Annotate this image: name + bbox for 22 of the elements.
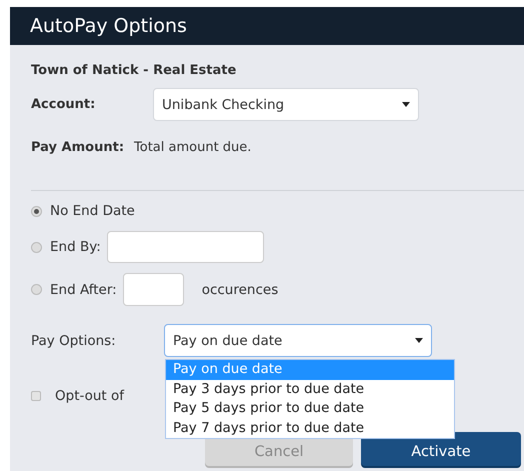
dropdown-option[interactable]: Pay 5 days prior to due date [166,399,454,418]
field-label: Pay Options: [31,332,117,348]
field-suffix: occurences [202,282,278,298]
radio-button[interactable] [31,206,42,216]
checkbox[interactable] [31,391,41,401]
radio-button[interactable] [31,284,42,295]
account-select[interactable]: Unibank Checking [153,88,419,121]
caret-icon [415,338,423,343]
dropdown-option[interactable]: Pay 3 days prior to due date [166,380,454,399]
radio-label: No End Date [50,203,135,219]
radio-label: End After: [50,282,117,298]
pay-amount-value: Total amount due. [134,140,252,154]
field-label: Pay Amount: [31,140,124,154]
caret-icon [402,102,410,107]
field-label: Account: [31,97,96,112]
biller-name: Town of Natick - Real Estate [31,62,238,80]
count-input[interactable] [122,273,184,306]
radio-label: End By: [50,239,101,255]
date-input[interactable] [106,231,264,263]
dialog-title: AutoPay Options [30,15,187,37]
radio-button[interactable] [31,242,42,252]
checkbox-label: Opt-out of [55,388,124,404]
